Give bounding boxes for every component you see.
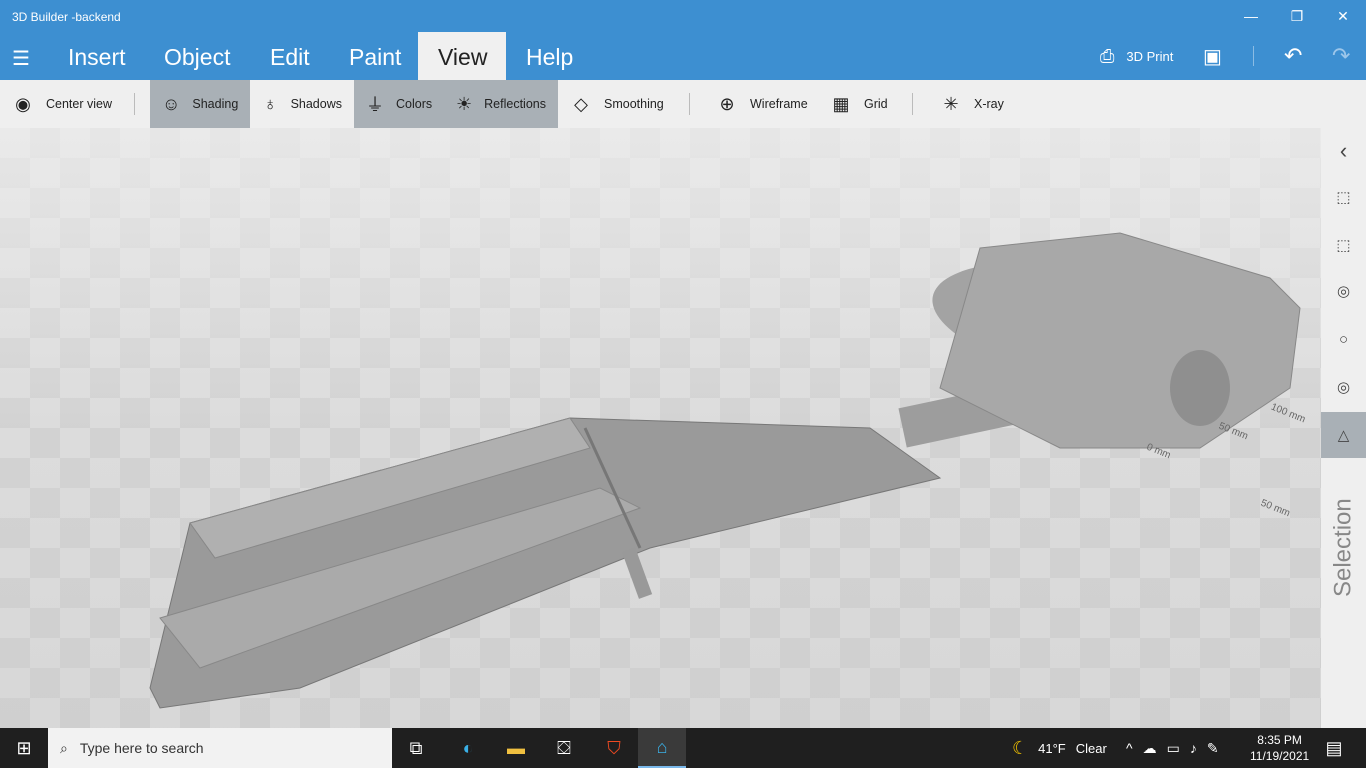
time: 8:35 PM xyxy=(1257,733,1302,747)
search-placeholder: Type here to search xyxy=(79,740,204,756)
label: Shading xyxy=(192,97,239,111)
undo-icon[interactable]: ↶ xyxy=(1284,32,1302,80)
volume-icon[interactable]: ♪ xyxy=(1190,740,1197,756)
collapse-chevron-icon[interactable]: ‹ xyxy=(1321,128,1366,174)
colors-button[interactable]: ⏚ Colors xyxy=(354,80,444,128)
weather-condition: Clear xyxy=(1075,740,1107,756)
file-explorer-icon[interactable]: ▬ xyxy=(492,728,540,768)
tab-paint[interactable]: Paint xyxy=(329,32,421,80)
label: Smoothing xyxy=(604,97,664,111)
3d-builder-taskbar-icon[interactable]: ⌂ xyxy=(638,728,686,768)
selection-label: Selection xyxy=(1329,498,1357,598)
grid-button[interactable]: ▦ Grid xyxy=(818,80,900,128)
save-icon[interactable]: ▣ xyxy=(1203,32,1222,80)
notifications-icon[interactable]: ▤ xyxy=(1310,728,1358,768)
tab-view[interactable]: View xyxy=(418,32,506,80)
tab-edit[interactable]: Edit xyxy=(250,32,330,80)
3d-viewport[interactable]: 100 mm 50 mm 0 mm 50 mm xyxy=(0,128,1321,728)
weather-widget[interactable]: ☾ 41°F Clear xyxy=(1012,728,1107,768)
3d-print-button[interactable]: ⎙ 3D Print xyxy=(1100,32,1173,80)
weather-temp: 41°F xyxy=(1038,740,1066,756)
3d-print-label: 3D Print xyxy=(1126,48,1174,64)
select-faces-icon[interactable]: ⬚ xyxy=(1321,222,1366,268)
window-title: 3D Builder -backend xyxy=(12,10,121,24)
chevron-up-icon[interactable]: ^ xyxy=(1126,740,1133,756)
label: Reflections xyxy=(484,97,546,111)
eye-icon: ◉ xyxy=(15,93,31,114)
sunrise-icon: ☀ xyxy=(456,93,473,114)
asterisk-icon: ✳ xyxy=(943,93,959,114)
center-view-button[interactable]: ◉ Center view xyxy=(0,80,124,128)
date: 11/19/2021 xyxy=(1250,749,1310,763)
onedrive-icon[interactable]: ☁ xyxy=(1143,740,1157,757)
tab-insert[interactable]: Insert xyxy=(48,32,146,80)
title-bar: 3D Builder -backend — ❐ ✕ xyxy=(0,0,1366,32)
tab-object[interactable]: Object xyxy=(144,32,250,80)
grid-icon: ▦ xyxy=(832,93,850,114)
label: Colors xyxy=(396,97,433,111)
clock[interactable]: 8:35 PM 11/19/2021 xyxy=(1250,732,1309,764)
view-toolbar: ◉ Center view ☺ Shading ♁ Shadows ⏚ Colors ☀… xyxy=(0,80,1366,128)
shading-button[interactable]: ☺ Shading xyxy=(150,80,250,128)
tab-help[interactable]: Help xyxy=(506,32,593,80)
network-icon[interactable]: ▭ xyxy=(1167,740,1180,757)
printer-icon: ⎙ xyxy=(1100,45,1115,66)
reflections-button[interactable]: ☀ Reflections xyxy=(444,80,558,128)
windows-start-icon[interactable]: ⊞ xyxy=(0,728,48,768)
diamond-icon: ◇ xyxy=(574,93,588,114)
minimize-button[interactable]: — xyxy=(1228,0,1274,32)
xray-button[interactable]: ✳ X-ray xyxy=(928,80,1016,128)
wireframe-button[interactable]: ⊕ Wireframe xyxy=(704,80,820,128)
moon-icon: ☾ xyxy=(1012,737,1029,758)
smoothing-button[interactable]: ◇ Smoothing xyxy=(558,80,676,128)
marker-icon: ⏚ xyxy=(366,95,384,115)
store-icon[interactable]: ⛋ xyxy=(540,728,588,768)
hamburger-menu-icon[interactable]: ☰ xyxy=(12,46,30,71)
pen-icon[interactable]: ✎ xyxy=(1207,740,1219,757)
select-objects-icon[interactable]: ⬚ xyxy=(1321,174,1366,220)
globe-icon: ⊕ xyxy=(719,93,735,114)
close-button[interactable]: ✕ xyxy=(1320,0,1366,32)
label: Wireframe xyxy=(750,97,808,111)
3d-model[interactable] xyxy=(0,128,1321,728)
brave-icon[interactable]: ⛉ xyxy=(590,728,638,768)
task-view-icon[interactable]: ⧉ xyxy=(392,728,440,768)
maximize-button[interactable]: ❐ xyxy=(1274,0,1320,32)
search-icon: ⌕ xyxy=(60,739,68,756)
bulb-icon: ♁ xyxy=(263,93,278,114)
taskbar-search[interactable]: ⌕ Type here to search xyxy=(48,728,392,768)
redo-icon[interactable]: ↷ xyxy=(1332,32,1350,80)
edge-icon[interactable]: ◐ xyxy=(444,728,492,768)
taskbar: ⊞ ⌕ Type here to search ⧉ ◐ ▬ ⛋ ⛉ ⌂ ☾ 41°F… xyxy=(0,728,1366,768)
select-vertex-icon[interactable]: ◎ xyxy=(1321,364,1366,410)
face-icon: ☺ xyxy=(162,93,181,114)
select-triangle-icon[interactable]: △ xyxy=(1321,412,1366,458)
label: X-ray xyxy=(974,97,1004,111)
select-circle-icon[interactable]: ○ xyxy=(1321,316,1366,362)
label: Center view xyxy=(46,97,112,111)
select-mode-icon[interactable]: ◎ xyxy=(1321,268,1366,314)
side-panel: ‹ ⬚ ⬚ ◎ ○ ◎ △ Selection xyxy=(1321,128,1366,728)
label: Grid xyxy=(864,97,888,111)
menu-bar: ☰ Insert Object Edit Paint View Help ⎙ 3D… xyxy=(0,32,1366,80)
label: Shadows xyxy=(290,97,342,111)
shadows-button[interactable]: ♁ Shadows xyxy=(250,80,354,128)
